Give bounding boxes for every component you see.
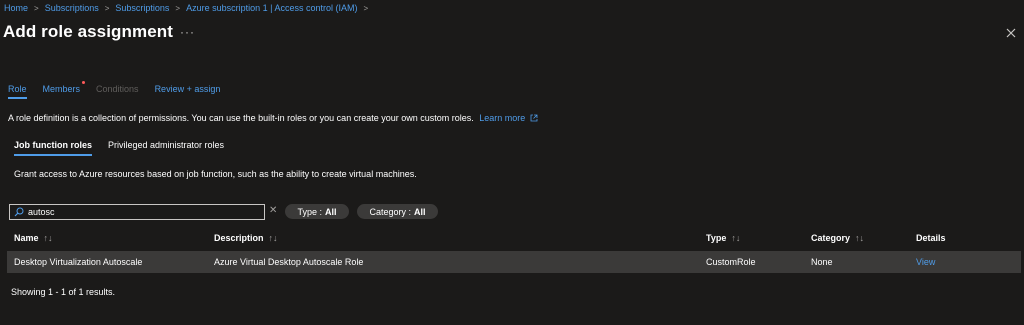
breadcrumb-subscriptions-2[interactable]: Subscriptions	[115, 3, 169, 13]
chevron-right-icon: >	[34, 3, 39, 13]
cell-description: Azure Virtual Desktop Autoscale Role	[214, 257, 364, 267]
breadcrumb-home[interactable]: Home	[4, 3, 28, 13]
category-filter-button[interactable]: Category : All	[357, 204, 438, 219]
column-header-type[interactable]: Type ↑↓	[706, 228, 740, 248]
column-header-category[interactable]: Category ↑↓	[811, 228, 864, 248]
type-filter-button[interactable]: Type : All	[285, 204, 349, 219]
column-header-description[interactable]: Description ↑↓	[214, 228, 278, 248]
view-details-link[interactable]: View	[916, 251, 935, 273]
cell-name: Desktop Virtualization Autoscale	[14, 257, 143, 267]
breadcrumb-subscriptions[interactable]: Subscriptions	[45, 3, 99, 13]
column-header-details: Details	[916, 233, 946, 243]
type-filter-label: Type :	[297, 206, 322, 217]
grant-access-text: Grant access to Azure resources based on…	[14, 169, 417, 179]
cell-category: None	[811, 257, 833, 267]
role-type-tabs: Job function roles Privileged administra…	[14, 140, 240, 156]
sort-icon[interactable]: ↑↓	[731, 233, 740, 243]
type-filter-value: All	[325, 206, 337, 217]
column-header-name[interactable]: Name ↑↓	[14, 228, 53, 248]
column-category-label: Category	[811, 233, 851, 243]
column-type-label: Type	[706, 233, 727, 243]
column-name-label: Name	[14, 233, 39, 243]
column-description-label: Description	[214, 233, 264, 243]
breadcrumb: Home > Subscriptions > Subscriptions > A…	[4, 3, 374, 13]
chevron-right-icon: >	[104, 3, 110, 13]
page-title: Add role assignment	[3, 22, 174, 41]
chevron-right-icon: >	[363, 3, 369, 13]
tab-job-function-roles[interactable]: Job function roles	[14, 140, 93, 156]
table-row[interactable]: Desktop Virtualization Autoscale Azure V…	[7, 251, 1021, 273]
chevron-right-icon: >	[175, 3, 181, 13]
results-count: Showing 1 - 1 of 1 results.	[11, 287, 116, 297]
sort-icon[interactable]: ↑↓	[44, 233, 53, 243]
breadcrumb-access-control[interactable]: Azure subscription 1 | Access control (I…	[186, 3, 357, 13]
tab-review-assign[interactable]: Review + assign	[155, 84, 221, 99]
more-options-icon[interactable]: ···	[180, 26, 195, 38]
role-description: A role definition is a collection of per…	[8, 113, 538, 123]
learn-more-link[interactable]: Learn more	[479, 113, 525, 123]
wizard-tabs: Role Members Conditions Review + assign	[8, 81, 236, 99]
tab-members-label: Members	[42, 84, 81, 94]
external-link-icon	[530, 114, 538, 122]
clear-search-icon[interactable]: ✕	[269, 205, 277, 216]
category-filter-value: All	[414, 206, 426, 217]
sort-icon[interactable]: ↑↓	[269, 233, 278, 243]
tab-privileged-admin-roles[interactable]: Privileged administrator roles	[108, 140, 224, 156]
cell-type: CustomRole	[706, 257, 756, 267]
tab-role[interactable]: Role	[8, 84, 27, 99]
category-filter-label: Category :	[369, 206, 411, 217]
close-icon[interactable]	[1004, 26, 1018, 40]
required-indicator	[82, 81, 86, 84]
search-box[interactable]	[9, 204, 265, 220]
description-text: A role definition is a collection of per…	[8, 113, 474, 123]
search-icon	[14, 207, 24, 217]
search-input[interactable]	[28, 207, 248, 217]
tab-members[interactable]: Members	[42, 81, 86, 99]
sort-icon[interactable]: ↑↓	[855, 233, 864, 243]
table-header: Name ↑↓ Description ↑↓ Type ↑↓ Category ↑↓ D…	[0, 228, 1024, 248]
tab-conditions: Conditions	[96, 84, 139, 94]
